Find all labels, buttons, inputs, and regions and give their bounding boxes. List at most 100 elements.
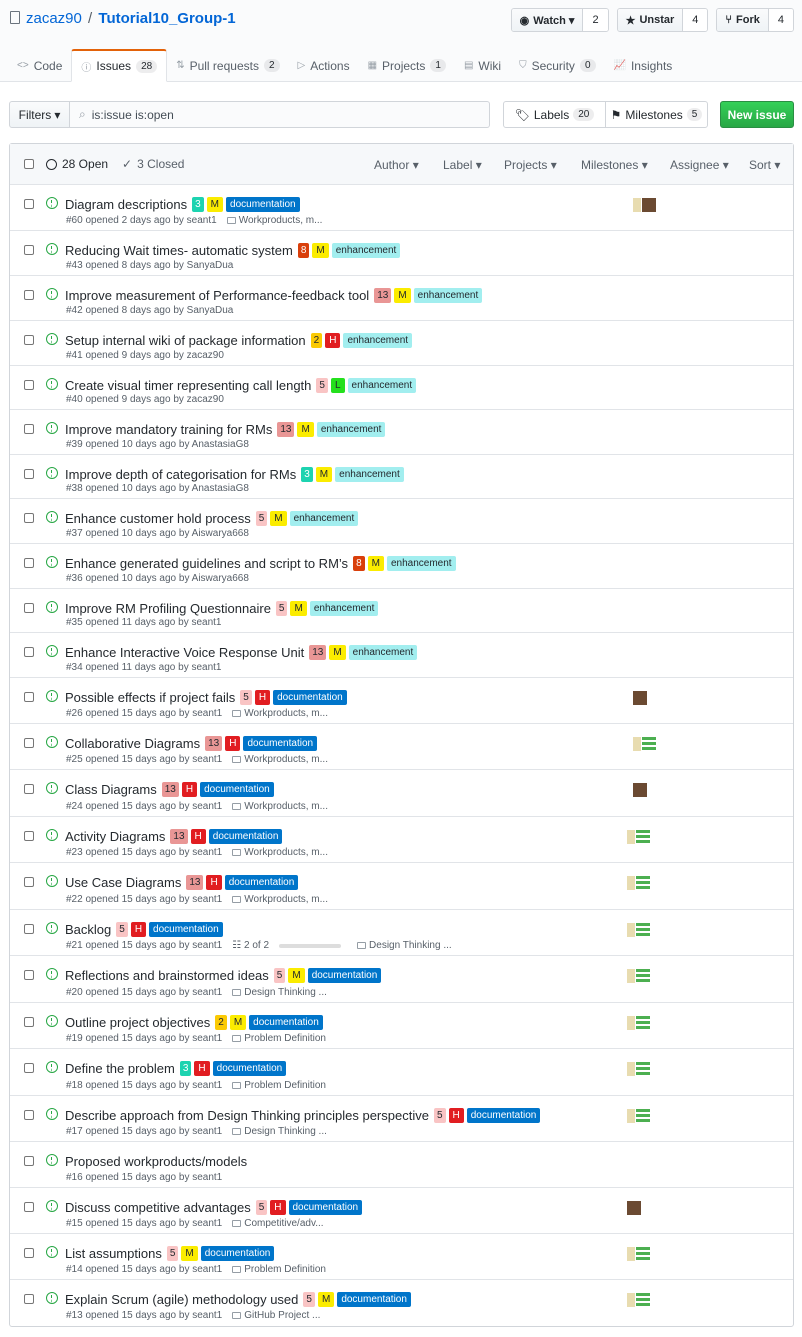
project-link[interactable]: Problem Definition [232,1033,326,1044]
assignee-avatars[interactable] [633,737,656,751]
issue-row[interactable]: Proposed workproducts/models #16 opened 1… [10,1142,793,1188]
tab-wiki[interactable]: ▤ Wiki [455,49,510,82]
priority-label[interactable]: L [330,378,345,393]
issue-checkbox[interactable] [24,831,34,841]
issue-row[interactable]: Possible effects if project fails 5 Hdocum… [10,678,793,724]
issue-row[interactable]: Activity Diagrams 13 Hdocumentation #23 ope… [10,817,793,863]
issue-checkbox[interactable] [24,558,34,568]
type-label[interactable]: documentation [243,736,318,751]
search-input[interactable]: ⌕ is:issue is:open [70,101,490,128]
issue-row[interactable]: Define the problem 3 Hdocumentation #18 ope… [10,1049,793,1096]
size-label[interactable]: 13 [205,736,223,751]
assignee-avatars[interactable] [627,876,650,890]
priority-label[interactable]: H [130,922,147,937]
type-label[interactable]: documentation [149,922,223,937]
project-link[interactable]: GitHub Project ... [232,1310,320,1321]
issue-title-link[interactable]: Improve RM Profiling Questionnaire [65,601,271,616]
issue-checkbox[interactable] [24,784,34,794]
issue-title-link[interactable]: Improve mandatory training for RMs [65,422,272,437]
issue-checkbox[interactable] [24,647,34,657]
size-label[interactable]: 5 [316,378,328,393]
issue-row[interactable]: List assumptions 5 Mdocumentation #14 opene… [10,1234,793,1280]
priority-label[interactable]: H [181,782,198,797]
avatar[interactable] [627,923,635,937]
priority-label[interactable]: M [288,968,305,983]
type-label[interactable]: documentation [226,197,300,212]
tab-security[interactable]: ⛉ Security 0 [510,49,604,82]
tab-code[interactable]: <> Code [8,49,71,82]
priority-label[interactable]: M [367,556,384,571]
avatar[interactable] [642,737,656,751]
priority-label[interactable]: H [194,1061,210,1076]
size-label[interactable]: 3 [179,1061,192,1076]
avatar[interactable] [636,1062,650,1076]
issue-row[interactable]: Improve mandatory training for RMs 13 Menh… [10,410,793,455]
type-label[interactable]: documentation [200,1246,275,1261]
type-label[interactable]: enhancement [348,645,418,660]
issue-row[interactable]: Enhance customer hold process 5 Menhanceme… [10,499,793,544]
issue-checkbox[interactable] [24,603,34,613]
priority-label[interactable]: M [317,1292,335,1307]
filter-author[interactable]: Author ▾ [374,158,419,172]
avatar[interactable] [636,1247,650,1261]
assignee-avatars[interactable] [627,969,650,983]
size-label[interactable]: 5 [116,922,128,937]
filter-projects[interactable]: Projects ▾ [504,158,557,172]
issue-title-link[interactable]: Reflections and brainstormed ideas [65,968,269,983]
type-label[interactable]: enhancement [335,467,404,482]
type-label[interactable]: enhancement [413,288,483,303]
avatar[interactable] [633,783,647,797]
issue-title-link[interactable]: Explain Scrum (agile) methodology used [65,1292,298,1307]
size-label[interactable]: 5 [303,1292,315,1307]
milestones-button[interactable]: ⚑ Milestones 5 [606,102,707,127]
issue-checkbox[interactable] [24,692,34,702]
issue-checkbox[interactable] [24,335,34,345]
issue-title-link[interactable]: Reducing Wait times- automatic system [65,243,293,258]
issue-row[interactable]: Enhance Interactive Voice Response Unit 1… [10,633,793,678]
assignee-avatars[interactable] [627,1016,650,1030]
avatar[interactable] [636,1293,650,1307]
avatar[interactable] [627,1201,641,1215]
issue-row[interactable]: Setup internal wiki of package informati… [10,321,793,366]
issue-row[interactable]: Improve measurement of Performance-feedb… [10,276,793,321]
issue-checkbox[interactable] [24,1156,34,1166]
type-label[interactable]: enhancement [343,333,413,348]
assignee-avatars[interactable] [627,1062,650,1076]
assignee-avatars[interactable] [627,1293,650,1307]
issue-row[interactable]: Create visual timer representing call le… [10,366,793,410]
issue-title-link[interactable]: Proposed workproducts/models [65,1154,247,1169]
project-link[interactable]: Workproducts, m... [232,894,328,905]
tab-projects[interactable]: ▦ Projects 1 [359,49,455,82]
filter-label[interactable]: Label ▾ [443,158,482,172]
avatar[interactable] [633,737,641,751]
issue-row[interactable]: Discuss competitive advantages 5 Hdocument… [10,1188,793,1234]
issue-title-link[interactable]: Use Case Diagrams [65,875,181,890]
avatar[interactable] [636,1109,650,1123]
size-label[interactable]: 13 [309,645,327,660]
size-label[interactable]: 13 [186,875,204,890]
type-label[interactable]: enhancement [331,243,401,258]
avatar[interactable] [636,1016,650,1030]
open-issues-filter[interactable]: 28 Open [46,157,108,171]
issue-checkbox[interactable] [24,1110,34,1120]
issue-row[interactable]: Reflections and brainstormed ideas 5 Mdocu… [10,956,793,1003]
type-label[interactable]: documentation [249,1015,323,1030]
project-link[interactable]: Workproducts, m... [232,708,328,719]
avatar[interactable] [633,691,647,705]
size-label[interactable]: 5 [433,1108,446,1123]
priority-label[interactable]: H [270,1200,286,1215]
priority-label[interactable]: H [254,690,271,705]
avatar[interactable] [627,830,635,844]
priority-label[interactable]: H [448,1108,464,1123]
assignee-avatars[interactable] [633,198,656,212]
issue-row[interactable]: Class Diagrams 13 Hdocumentation #24 opened… [10,770,793,817]
size-label[interactable]: 3 [192,197,204,212]
filters-dropdown[interactable]: Filters ▾ [9,101,70,128]
issue-row[interactable]: Reducing Wait times- automatic system 8 Me… [10,231,793,276]
assignee-avatars[interactable] [627,830,650,844]
issue-title-link[interactable]: Enhance Interactive Voice Response Unit [65,645,304,660]
avatar[interactable] [627,969,635,983]
issue-title-link[interactable]: Setup internal wiki of package informati… [65,333,306,348]
priority-label[interactable]: H [225,736,241,751]
size-label[interactable]: 5 [275,601,288,616]
